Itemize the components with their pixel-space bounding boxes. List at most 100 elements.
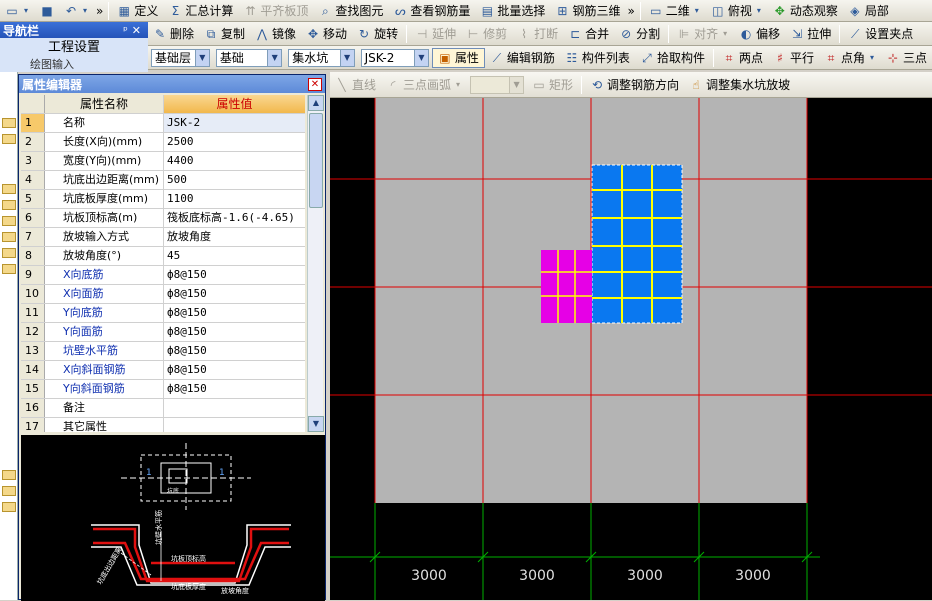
property-value[interactable]: ф8@150	[164, 304, 305, 322]
folder-icon[interactable]	[2, 248, 16, 258]
mirror-button[interactable]: ⋀ 镜像	[250, 24, 301, 44]
stretch-button[interactable]: ⇲ 拉伸	[785, 24, 836, 44]
property-row[interactable]: 15 Y向斜面钢筋 ф8@150	[21, 380, 305, 399]
property-value[interactable]: 500	[164, 171, 305, 189]
more-button-2[interactable]: »	[625, 1, 636, 21]
scroll-down-icon[interactable]: ▼	[308, 416, 324, 432]
property-value[interactable]: 2500	[164, 133, 305, 151]
nav-item-drawing-input[interactable]: 绘图输入	[0, 58, 148, 72]
undo-button[interactable]: ↶ ▾	[59, 1, 94, 21]
save-button[interactable]: ■	[35, 1, 59, 21]
property-value[interactable]: ф8@150	[164, 380, 305, 398]
pit-jsk-magenta[interactable]	[541, 250, 592, 323]
three-points-button[interactable]: ⊹ 三点	[881, 48, 932, 68]
element-list-button[interactable]: ☷ 构件列表	[560, 48, 635, 68]
property-row[interactable]: 6 坑板顶标高(m) 筏板底标高-1.6(-4.65)	[21, 209, 305, 228]
scroll-thumb[interactable]	[309, 113, 323, 208]
instance-select[interactable]: JSK-2 ▼	[360, 48, 429, 67]
delete-button[interactable]: ✎ 删除	[148, 24, 199, 44]
property-row[interactable]: 1 名称 JSK-2	[21, 114, 305, 133]
parallel-button[interactable]: ♯ 平行	[768, 48, 819, 68]
close-icon[interactable]: ✕	[308, 77, 322, 91]
property-value[interactable]: 4400	[164, 152, 305, 170]
folder-icon[interactable]	[2, 134, 16, 144]
two-points-button[interactable]: ⌗ 两点	[717, 48, 768, 68]
rebar-3d-button[interactable]: ⊞ 钢筋三维	[550, 1, 625, 21]
rotate-button[interactable]: ↻ 旋转	[352, 24, 403, 44]
property-row[interactable]: 8 放坡角度(°) 45	[21, 247, 305, 266]
folder-icon[interactable]	[2, 470, 16, 480]
property-row[interactable]: 7 放坡输入方式 放坡角度	[21, 228, 305, 247]
batch-select-button[interactable]: ▤ 批量选择	[475, 1, 550, 21]
property-row[interactable]: 2 长度(X向)(mm) 2500	[21, 133, 305, 152]
scroll-up-icon[interactable]: ▲	[308, 95, 324, 111]
property-row[interactable]: 3 宽度(Y向)(mm) 4400	[21, 152, 305, 171]
property-row[interactable]: 9 X向底筋 ф8@150	[21, 266, 305, 285]
folder-icon[interactable]	[2, 200, 16, 210]
property-value[interactable]: ф8@150	[164, 323, 305, 341]
folder-icon[interactable]	[2, 216, 16, 226]
line-button[interactable]: ╲ 直线	[330, 75, 381, 95]
folder-icon[interactable]	[2, 264, 16, 274]
pick-element-button[interactable]: ⤢ 拾取构件	[635, 48, 710, 68]
adjust-rebar-dir-button[interactable]: ⟲ 调整钢筋方向	[585, 75, 684, 95]
define-button[interactable]: ▦ 定义	[112, 1, 163, 21]
type-select[interactable]: 基础 ▼	[215, 48, 283, 67]
property-value[interactable]: ф8@150	[164, 361, 305, 379]
property-row[interactable]: 4 坑底出边距离(mm) 500	[21, 171, 305, 190]
view-rebar-qty-button[interactable]: ᔕ 查看钢筋量	[388, 1, 475, 21]
property-row[interactable]: 12 Y向面筋 ф8@150	[21, 323, 305, 342]
drawing-canvas[interactable]: 3000 3000 3000 3000	[330, 98, 932, 600]
property-value[interactable]: JSK-2	[164, 114, 305, 132]
property-value[interactable]: ф8@150	[164, 285, 305, 303]
move-button[interactable]: ✥ 移动	[301, 24, 352, 44]
property-value[interactable]: ф8@150	[164, 342, 305, 360]
property-value[interactable]: ф8@150	[164, 266, 305, 284]
dynamic-observe-button[interactable]: ✥ 动态观察	[768, 1, 843, 21]
property-row[interactable]: 16 备注	[21, 399, 305, 418]
property-row[interactable]: 5 坑底板厚度(mm) 1100	[21, 190, 305, 209]
open-button[interactable]: ▭ ▾	[0, 1, 35, 21]
property-value[interactable]: 1100	[164, 190, 305, 208]
pin-icon[interactable]: ᵖ	[123, 24, 132, 37]
property-value[interactable]: 放坡角度	[164, 228, 305, 246]
property-button[interactable]: ▣ 属性	[431, 47, 485, 68]
folder-icon[interactable]	[2, 232, 16, 242]
property-value[interactable]	[164, 399, 305, 417]
element-select[interactable]: 集水坑 ▼	[288, 48, 355, 67]
local-button[interactable]: ◈ 局部	[843, 1, 894, 21]
nav-item-project-settings[interactable]: 工程设置	[0, 38, 148, 58]
edit-rebar-button[interactable]: ⟋ 编辑钢筋	[485, 48, 560, 68]
trim-button[interactable]: ⊢ 修剪	[461, 24, 512, 44]
split-button[interactable]: ⊘ 分割	[614, 24, 665, 44]
align-slab-button[interactable]: ⇈ 平齐板顶	[238, 1, 313, 21]
top-view-button[interactable]: ◫ 俯视 ▾	[706, 1, 768, 21]
offset-button[interactable]: ◐ 偏移	[734, 24, 785, 44]
property-row[interactable]: 13 坑壁水平筋 ф8@150	[21, 342, 305, 361]
view-mode-select[interactable]: ▭ 二维 ▾	[644, 1, 706, 21]
set-grip-button[interactable]: ⟋ 设置夹点	[843, 24, 918, 44]
close-icon[interactable]: ✕	[132, 24, 145, 37]
more-button[interactable]: »	[94, 1, 105, 21]
arc-option-select[interactable]: ▼	[470, 75, 525, 94]
rect-button[interactable]: ▭ 矩形	[527, 75, 578, 95]
folder-icon[interactable]	[2, 118, 16, 128]
align-button[interactable]: ⊫ 对齐 ▾	[672, 24, 734, 44]
find-element-button[interactable]: ⌕ 查找图元	[313, 1, 388, 21]
folder-icon[interactable]	[2, 502, 16, 512]
point-angle-button[interactable]: ⌗ 点角 ▾	[819, 48, 881, 68]
pit-jsk-blue[interactable]	[591, 164, 683, 324]
property-row[interactable]: 11 Y向底筋 ф8@150	[21, 304, 305, 323]
adjust-pit-slope-button[interactable]: ☝ 调整集水坑放坡	[684, 75, 795, 95]
property-value[interactable]: 筏板底标高-1.6(-4.65)	[164, 209, 305, 227]
copy-button[interactable]: ⧉ 复制	[199, 24, 250, 44]
folder-icon[interactable]	[2, 184, 16, 194]
extend-button[interactable]: ⊣ 延伸	[410, 24, 461, 44]
sum-calc-button[interactable]: Σ 汇总计算	[163, 1, 238, 21]
floor-select[interactable]: 基础层 ▼	[151, 48, 210, 67]
property-editor-title-bar[interactable]: 属性编辑器 ✕	[19, 75, 325, 93]
property-value[interactable]	[164, 418, 305, 432]
property-row[interactable]: 17 其它属性	[21, 418, 305, 432]
three-arc-button[interactable]: ◜ 三点画弧 ▾	[381, 75, 467, 95]
property-value[interactable]: 45	[164, 247, 305, 265]
